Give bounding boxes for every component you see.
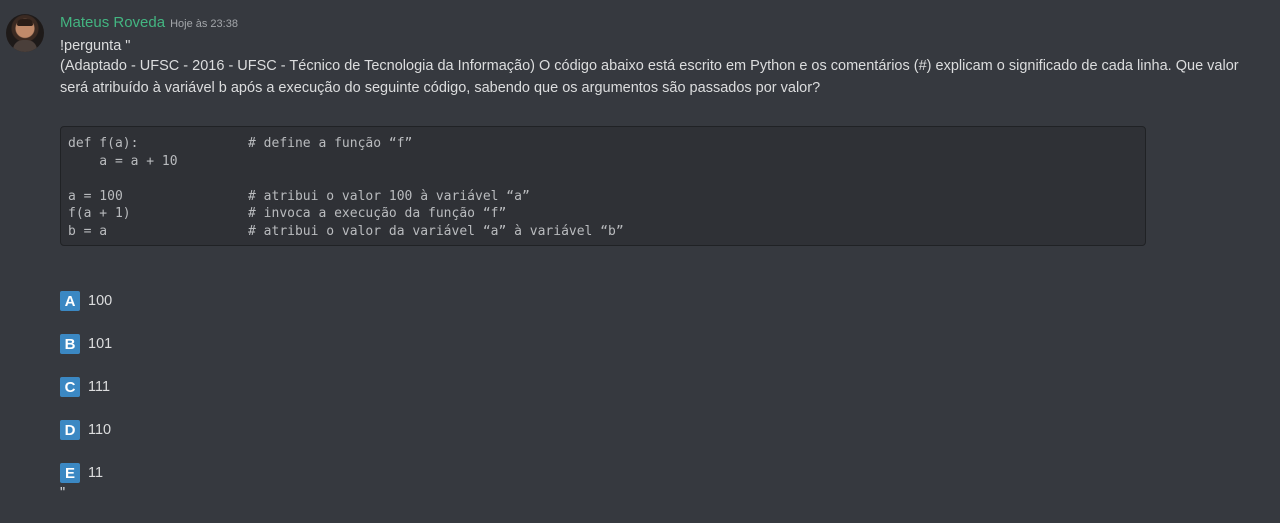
avatar-hair	[17, 19, 33, 26]
closing-quote: "	[60, 485, 66, 501]
code-content: def f(a): # define a função “f” a = a + …	[68, 136, 624, 239]
message-header: Mateus Roveda Hoje às 23:38	[60, 14, 238, 32]
username[interactable]: Mateus Roveda	[60, 14, 165, 31]
option-d-value: 110	[88, 422, 112, 438]
letter-d-icon[interactable]: D	[60, 420, 80, 440]
avatar[interactable]	[6, 14, 44, 52]
letter-b-icon[interactable]: B	[60, 334, 80, 354]
option-e: E 11	[60, 462, 103, 484]
option-c: C 111	[60, 376, 110, 398]
chat-message: Mateus Roveda Hoje às 23:38 !pergunta " (…	[0, 0, 1280, 523]
code-block: def f(a): # define a função “f” a = a + …	[60, 126, 1146, 246]
avatar-shirt	[13, 40, 37, 52]
timestamp: Hoje às 23:38	[170, 18, 238, 30]
letter-e-icon[interactable]: E	[60, 463, 80, 483]
letter-a-icon[interactable]: A	[60, 291, 80, 311]
option-c-value: 111	[88, 379, 111, 395]
option-b: B 101	[60, 333, 112, 355]
question-line-2: será atribuído à variável b após a execu…	[60, 80, 821, 96]
command-line: !pergunta "	[60, 38, 131, 54]
option-e-value: 11	[88, 465, 104, 481]
option-a: A 100	[60, 290, 112, 312]
option-d: D 110	[60, 419, 111, 441]
option-a-value: 100	[88, 293, 113, 309]
letter-c-icon[interactable]: C	[60, 377, 80, 397]
question-line-1: (Adaptado - UFSC - 2016 - UFSC - Técnico…	[60, 58, 1239, 74]
option-b-value: 101	[88, 336, 113, 352]
